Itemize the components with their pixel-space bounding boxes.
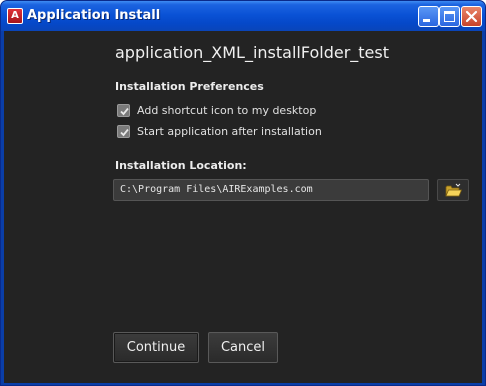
location-heading: Installation Location:: [115, 159, 247, 172]
folder-icon: [445, 183, 462, 197]
maximize-icon: [444, 11, 455, 22]
checkmark-icon: [120, 128, 129, 137]
close-button[interactable]: [461, 6, 482, 27]
checkmark-icon: [120, 107, 129, 116]
install-dialog-window: A Application Install application_XML_in…: [0, 0, 486, 386]
close-icon: [465, 10, 478, 23]
adobe-air-icon: A: [7, 8, 23, 24]
continue-button[interactable]: Continue: [113, 332, 199, 363]
title-bar[interactable]: A Application Install: [1, 1, 485, 31]
start-after-install-checkbox[interactable]: [117, 125, 130, 138]
dialog-content: application_XML_installFolder_test Insta…: [4, 31, 482, 383]
minimize-button[interactable]: [418, 6, 439, 27]
preferences-heading: Installation Preferences: [115, 80, 264, 93]
desktop-shortcut-label: Add shortcut icon to my desktop: [137, 104, 317, 117]
window-title: Application Install: [27, 8, 161, 23]
start-after-install-label: Start application after installation: [137, 125, 322, 138]
installation-location-field[interactable]: C:\Program Files\AIRExamples.com: [113, 179, 429, 201]
desktop-shortcut-checkbox[interactable]: [117, 104, 130, 117]
cancel-button[interactable]: Cancel: [208, 332, 278, 363]
browse-folder-button[interactable]: [437, 179, 469, 201]
application-name: application_XML_installFolder_test: [115, 43, 389, 62]
minimize-icon: [423, 19, 430, 22]
maximize-button[interactable]: [439, 6, 460, 27]
